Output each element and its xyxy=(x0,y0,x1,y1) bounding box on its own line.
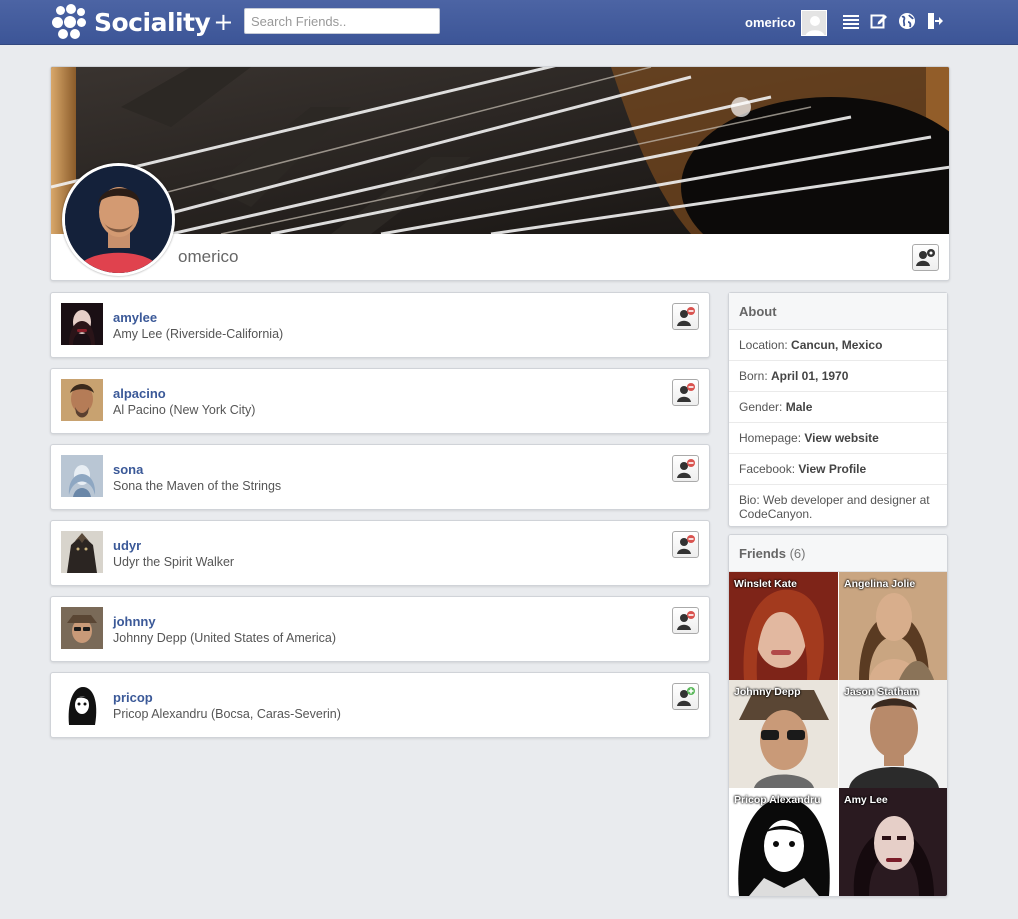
logout-icon[interactable] xyxy=(926,12,944,30)
homepage-link[interactable]: View website xyxy=(804,431,878,445)
friend-tile-name: Amy Lee xyxy=(844,794,888,806)
friends-title: Friends xyxy=(739,546,786,561)
friend-avatar[interactable] xyxy=(61,303,103,345)
nav-username[interactable]: omerico xyxy=(745,15,796,30)
facebook-link[interactable]: View Profile xyxy=(798,462,866,476)
about-bio: Bio: Web developer and designer at CodeC… xyxy=(739,493,930,521)
about-location: Location: Cancun, Mexico xyxy=(729,330,947,361)
friend-fullname: Pricop Alexandru (Bocsa, Caras-Severin) xyxy=(113,707,341,721)
gender-label: Gender: xyxy=(739,400,786,414)
search-input[interactable] xyxy=(244,8,440,34)
friend-list-item: udyr Udyr the Spirit Walker xyxy=(50,520,710,586)
nav-avatar[interactable] xyxy=(801,10,827,36)
friend-tile[interactable]: Amy Lee xyxy=(839,788,947,896)
friend-tile[interactable]: Angelina Jolie xyxy=(839,572,947,680)
friend-username-link[interactable]: amylee xyxy=(113,310,157,325)
remove-friend-icon[interactable] xyxy=(672,303,699,330)
remove-friend-icon[interactable] xyxy=(672,531,699,558)
brand-name: Sociality xyxy=(94,7,211,37)
friend-fullname: Sona the Maven of the Strings xyxy=(113,479,282,493)
friend-avatar[interactable] xyxy=(61,607,103,649)
user-gear-icon[interactable] xyxy=(912,244,939,271)
remove-friend-icon[interactable] xyxy=(672,455,699,482)
friend-tile-name: Winslet Kate xyxy=(734,578,797,590)
friend-username-link[interactable]: sona xyxy=(113,462,143,477)
friend-list-item: sona Sona the Maven of the Strings xyxy=(50,444,710,510)
friend-username-link[interactable]: udyr xyxy=(113,538,141,553)
friend-tile-name: Angelina Jolie xyxy=(844,578,916,590)
friend-tile[interactable]: Johnny Depp xyxy=(729,680,838,788)
edit-icon[interactable] xyxy=(870,12,888,30)
friend-tile[interactable]: Jason Statham xyxy=(839,680,947,788)
gender-value: Male xyxy=(785,400,813,414)
about-title: About xyxy=(729,293,947,330)
friend-tile[interactable]: Pricop Alexandru xyxy=(729,788,838,896)
brand-plus: + xyxy=(213,8,233,36)
friend-username-link[interactable]: pricop xyxy=(113,690,153,705)
friend-tile-name: Jason Statham xyxy=(844,686,919,698)
friend-tile-name: Pricop Alexandru xyxy=(734,794,821,806)
top-navbar: Sociality + omerico xyxy=(0,0,1018,45)
friends-count: (6) xyxy=(789,546,806,561)
profile-avatar[interactable] xyxy=(62,163,175,276)
about-born: Born: April 01, 1970 xyxy=(729,361,947,392)
remove-friend-icon[interactable] xyxy=(672,379,699,406)
people-cluster-icon xyxy=(52,4,88,40)
friend-avatar[interactable] xyxy=(61,455,103,497)
homepage-label: Homepage: xyxy=(739,431,805,445)
friends-grid: Winslet Kate Angelina Jolie Johnny Depp … xyxy=(729,572,947,896)
about-homepage: Homepage: View website xyxy=(729,423,947,454)
about-gender: Gender: Male xyxy=(729,392,947,423)
friend-fullname: Amy Lee (Riverside-California) xyxy=(113,327,284,341)
profile-cover-card: omerico xyxy=(50,66,950,281)
friend-avatar[interactable] xyxy=(61,379,103,421)
friend-avatar[interactable] xyxy=(61,531,103,573)
location-value: Cancun, Mexico xyxy=(791,338,883,352)
friend-tile-name: Johnny Depp xyxy=(734,686,801,698)
born-label: Born: xyxy=(739,369,772,383)
cover-photo xyxy=(51,67,949,234)
brand-logo[interactable]: Sociality + xyxy=(52,4,233,40)
remove-friend-icon[interactable] xyxy=(672,607,699,634)
friends-panel-header: Friends (6) xyxy=(729,535,947,572)
friend-list-item: alpacino Al Pacino (New York City) xyxy=(50,368,710,434)
profile-name: omerico xyxy=(178,247,239,266)
add-friend-icon[interactable] xyxy=(672,683,699,710)
friend-username-link[interactable]: alpacino xyxy=(113,386,166,401)
list-icon[interactable] xyxy=(842,12,860,30)
friends-panel: Friends (6) Winslet Kate Angelina Jolie … xyxy=(728,534,948,897)
friend-list-item: johnny Johnny Depp (United States of Ame… xyxy=(50,596,710,662)
friend-fullname: Al Pacino (New York City) xyxy=(113,403,256,417)
friend-tile[interactable]: Winslet Kate xyxy=(729,572,838,680)
location-label: Location: xyxy=(739,338,792,352)
facebook-label: Facebook: xyxy=(739,462,799,476)
friend-username-link[interactable]: johnny xyxy=(113,614,156,629)
friend-fullname: Johnny Depp (United States of America) xyxy=(113,631,337,645)
friend-fullname: Udyr the Spirit Walker xyxy=(113,555,235,569)
about-panel: About Location: Cancun, Mexico Born: Apr… xyxy=(728,292,948,527)
friend-list-item: amylee Amy Lee (Riverside-California) xyxy=(50,292,710,358)
about-facebook: Facebook: View Profile xyxy=(729,454,947,485)
friend-list-item: pricop Pricop Alexandru (Bocsa, Caras-Se… xyxy=(50,672,710,738)
born-value: April 01, 1970 xyxy=(771,369,849,383)
friend-avatar[interactable] xyxy=(61,683,103,725)
globe-icon[interactable] xyxy=(898,12,916,30)
